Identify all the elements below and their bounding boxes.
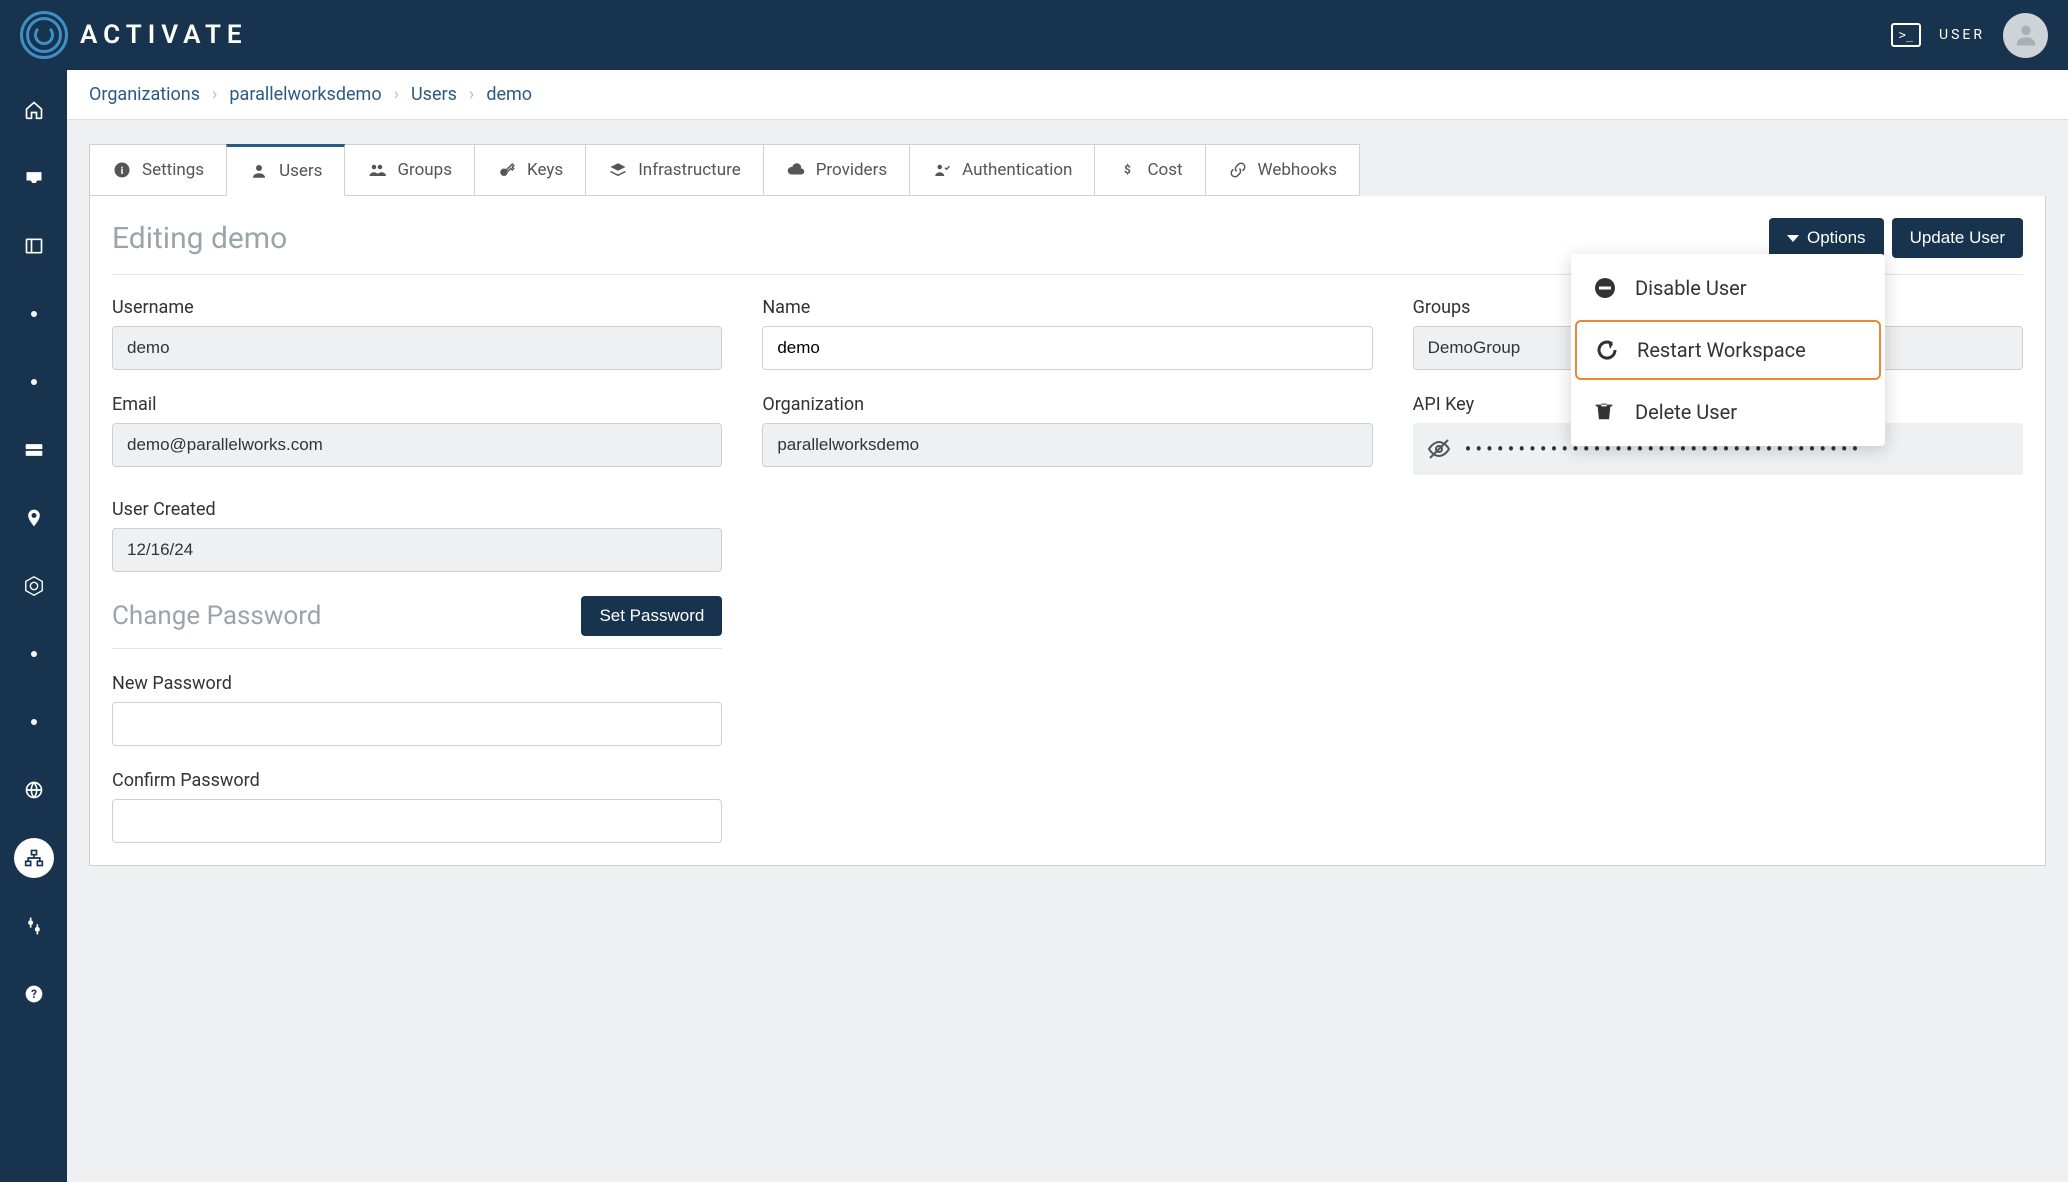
header-right: >_ USER [1891,13,2048,58]
crumb-users[interactable]: Users [411,84,457,105]
sidebar-location-icon[interactable] [14,498,54,538]
disable-user-item[interactable]: Disable User [1571,258,1885,318]
link-icon [1228,160,1248,180]
sidebar-org-icon[interactable] [14,838,54,878]
crumb-current[interactable]: demo [486,84,532,105]
disable-user-label: Disable User [1635,276,1747,300]
tab-keys[interactable]: Keys [474,144,586,196]
key-icon [497,160,517,180]
sidebar-help-icon[interactable]: ? [14,974,54,1014]
new-password-label: New Password [112,673,722,694]
sidebar-panel-icon[interactable] [14,226,54,266]
sidebar-server-icon[interactable] [14,430,54,470]
chevron-right-icon: › [206,84,223,105]
dollar-icon: $ [1117,160,1137,180]
sidebar-dot-1[interactable] [14,294,54,334]
group-icon [367,160,387,180]
restart-workspace-item[interactable]: Restart Workspace [1575,320,1881,380]
disable-icon [1593,276,1617,300]
user-label: USER [1939,27,1985,43]
crumb-org-name[interactable]: parallelworksdemo [229,84,381,105]
change-password-title: Change Password [112,600,321,633]
svg-text:i: i [121,164,124,177]
organization-label: Organization [762,394,1372,415]
crumb-organizations[interactable]: Organizations [89,84,200,105]
tab-label: Webhooks [1258,160,1338,180]
sidebar-globe-icon[interactable] [14,770,54,810]
new-password-field[interactable] [112,702,722,746]
tab-cost[interactable]: $ Cost [1094,144,1205,196]
app-header: ACTIVATE >_ USER [0,0,2068,70]
svg-text:?: ? [31,987,37,1001]
trash-icon [1593,400,1617,424]
name-field[interactable] [762,326,1372,370]
restart-icon [1595,338,1619,362]
tab-label: Users [279,161,322,181]
tab-settings[interactable]: i Settings [89,144,227,196]
tab-label: Groups [397,160,452,180]
sidebar-home-icon[interactable] [14,90,54,130]
username-label: Username [112,297,722,318]
auth-icon [932,160,952,180]
logo-area: ACTIVATE [20,11,248,59]
cloud-icon [786,160,806,180]
tab-label: Providers [816,160,887,180]
options-dropdown: Disable User Restart Workspace Delete Us… [1571,254,1885,446]
brand-name: ACTIVATE [80,20,248,50]
tab-groups[interactable]: Groups [344,144,475,196]
sidebar-kubernetes-icon[interactable] [14,566,54,606]
update-user-label: Update User [1910,228,2005,248]
tab-infrastructure[interactable]: Infrastructure [585,144,764,196]
tab-webhooks[interactable]: Webhooks [1205,144,1361,196]
tab-label: Settings [142,160,204,180]
delete-user-item[interactable]: Delete User [1571,382,1885,442]
tab-label: Cost [1147,160,1182,180]
avatar[interactable] [2003,13,2048,58]
delete-user-label: Delete User [1635,400,1737,424]
options-button-label: Options [1807,228,1866,248]
chevron-right-icon: › [388,84,405,105]
confirm-password-label: Confirm Password [112,770,722,791]
tab-providers[interactable]: Providers [763,144,910,196]
sidebar-inbox-icon[interactable] [14,158,54,198]
main-content: Organizations › parallelworksdemo › User… [67,70,2068,1182]
tab-authentication[interactable]: Authentication [909,144,1095,196]
user-icon [249,161,269,181]
info-icon: i [112,160,132,180]
name-label: Name [762,297,1372,318]
restart-workspace-label: Restart Workspace [1637,338,1806,362]
set-password-button[interactable]: Set Password [581,596,722,636]
sidebar: ? [0,70,67,1182]
email-field [112,423,722,467]
sidebar-dot-3[interactable] [14,634,54,674]
tabs-bar: i Settings Users Groups Keys Infrastruct… [67,120,2068,196]
tab-label: Keys [527,160,563,180]
set-password-label: Set Password [599,606,704,626]
terminal-icon[interactable]: >_ [1891,23,1921,47]
update-user-button[interactable]: Update User [1892,218,2023,258]
svg-text:$: $ [1125,163,1132,177]
tab-label: Authentication [962,160,1072,180]
sidebar-dot-4[interactable] [14,702,54,742]
email-label: Email [112,394,722,415]
breadcrumb: Organizations › parallelworksdemo › User… [67,70,2068,120]
eye-off-icon[interactable] [1427,437,1451,461]
page-title: Editing demo [112,221,287,256]
sidebar-dot-2[interactable] [14,362,54,402]
username-field [112,326,722,370]
organization-field [762,423,1372,467]
user-created-label: User Created [112,499,722,520]
edit-user-panel: Editing demo Options Update User [89,196,2046,866]
chevron-right-icon: › [463,84,480,105]
sidebar-settings-icon[interactable] [14,906,54,946]
chevron-down-icon [1787,235,1799,242]
tab-label: Infrastructure [638,160,741,180]
user-created-field [112,528,722,572]
logo-icon [20,11,68,59]
confirm-password-field[interactable] [112,799,722,843]
layers-icon [608,160,628,180]
options-button[interactable]: Options [1769,218,1884,258]
tab-users[interactable]: Users [226,144,345,196]
